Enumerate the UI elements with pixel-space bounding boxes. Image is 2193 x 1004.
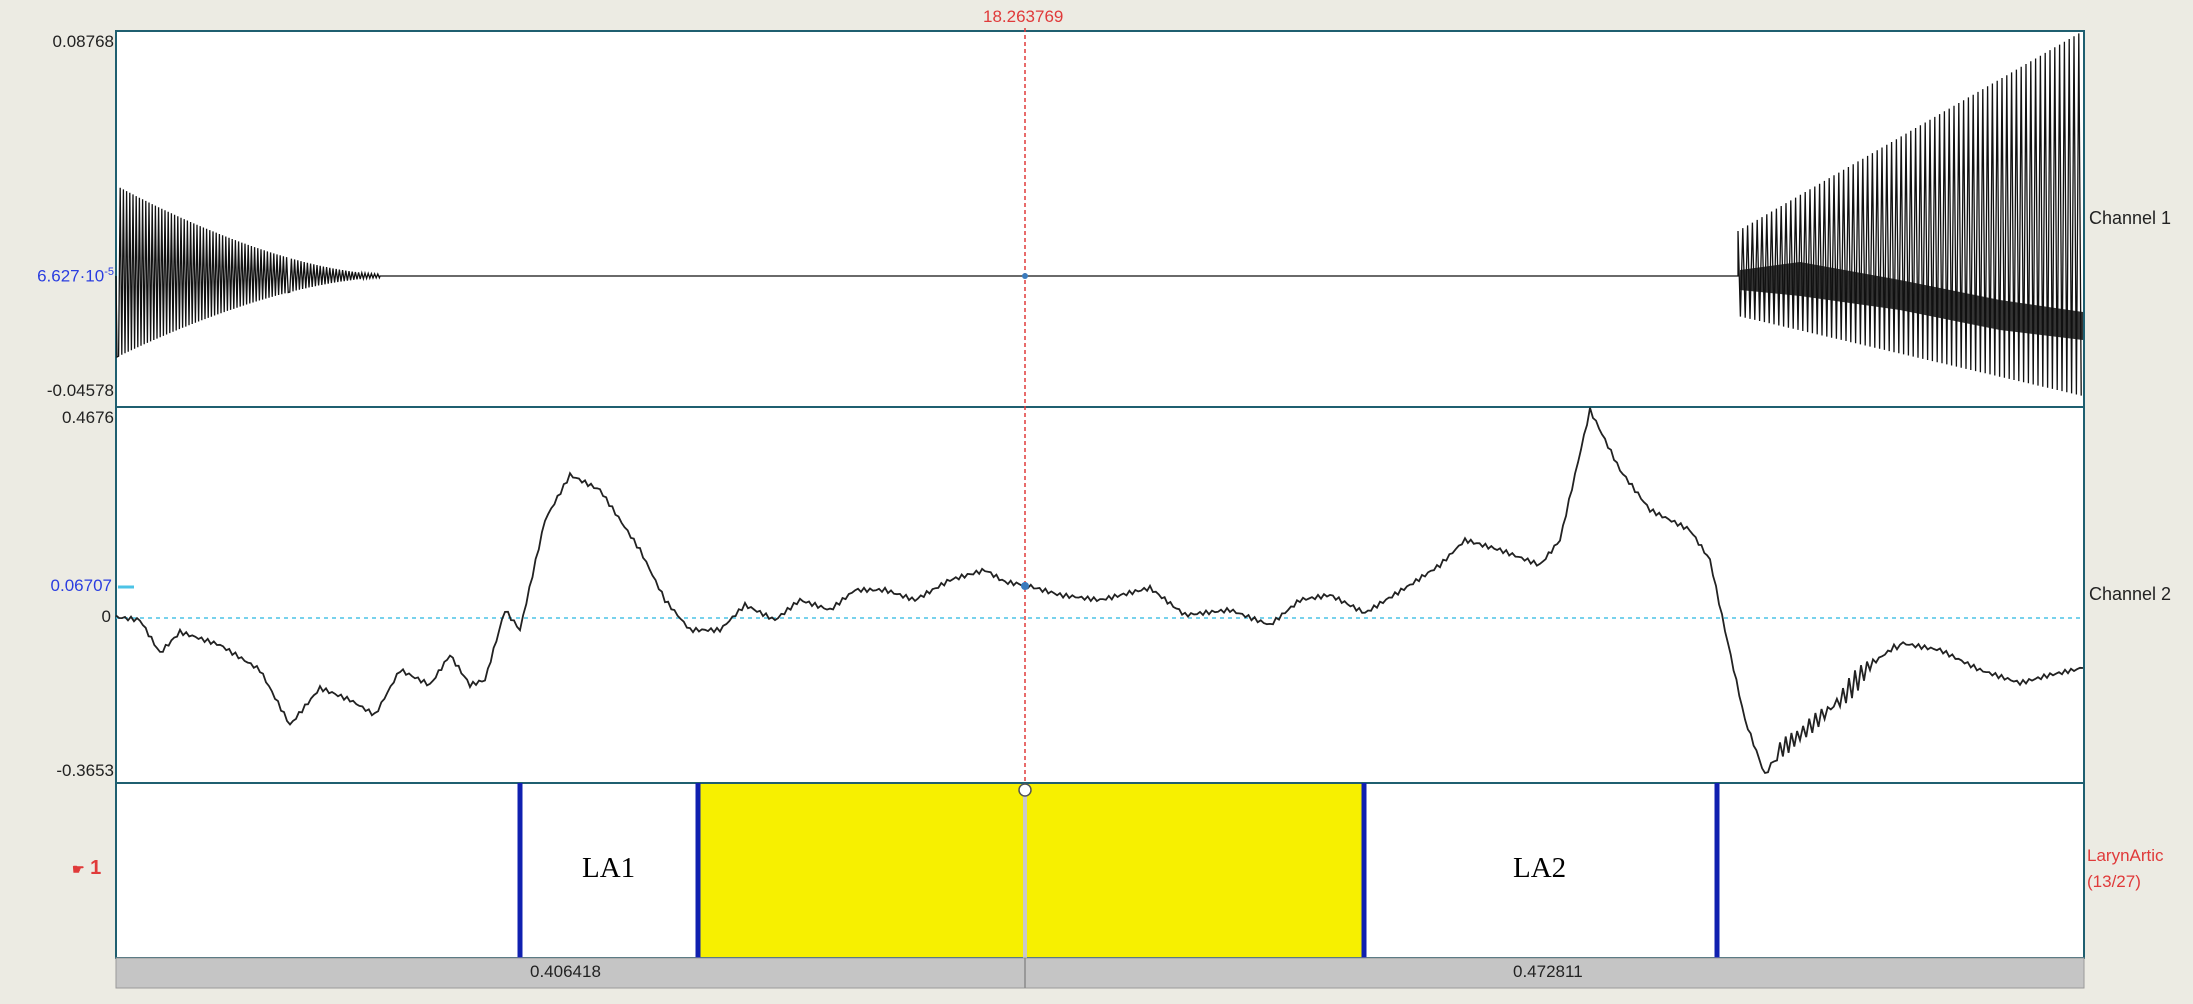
cursor-handle[interactable] (1018, 783, 1032, 797)
channel1-name: Channel 1 (2089, 208, 2172, 228)
tier-number-text: 1 (90, 857, 102, 879)
channel2-cursor-value: 0.06707 (50, 576, 112, 595)
duration-bar[interactable] (115, 957, 2085, 989)
channel2-max-label: 0.4676 (62, 408, 114, 427)
channel2-name: Channel 2 (2089, 584, 2172, 604)
channel1-panel[interactable] (115, 30, 2085, 408)
channel1-cursor-value: 6.627·10-5 (37, 266, 114, 287)
sound-editor: 18.263769 0.08768 -0.04578 6.627·10-5 Ch… (0, 0, 2193, 1004)
channel1-cursor-mantissa: 6.627·10 (37, 266, 105, 286)
selected-interval[interactable] (698, 784, 1364, 957)
channel1-min-label: -0.04578 (46, 381, 114, 400)
cursor-dot-ch2 (1021, 582, 1029, 590)
channel1-cursor-exponent: -5 (104, 266, 114, 278)
pointing-hand-icon: ☛ (72, 861, 85, 877)
interval-label-la2[interactable]: LA2 (1513, 852, 1566, 885)
channel2-zero-label: 0 (101, 607, 111, 626)
cursor-dot-ch1 (1022, 273, 1028, 279)
duration-left: 0.406418 (530, 962, 601, 981)
cursor-time-label: 18.263769 (983, 7, 1064, 26)
duration-right: 0.472811 (1513, 962, 1583, 981)
interval-label-la1[interactable]: LA1 (582, 852, 635, 885)
channel1-max-label: 0.08768 (52, 32, 114, 51)
tier-name: LarynArtic (2087, 846, 2164, 865)
channel2-panel[interactable] (115, 406, 2085, 784)
channel2-min-label: -0.3653 (56, 761, 114, 780)
tier-number[interactable]: ☛ 1 (72, 857, 101, 880)
waveform-canvas[interactable] (0, 0, 2193, 1004)
tier-count: (13/27) (2087, 872, 2141, 891)
